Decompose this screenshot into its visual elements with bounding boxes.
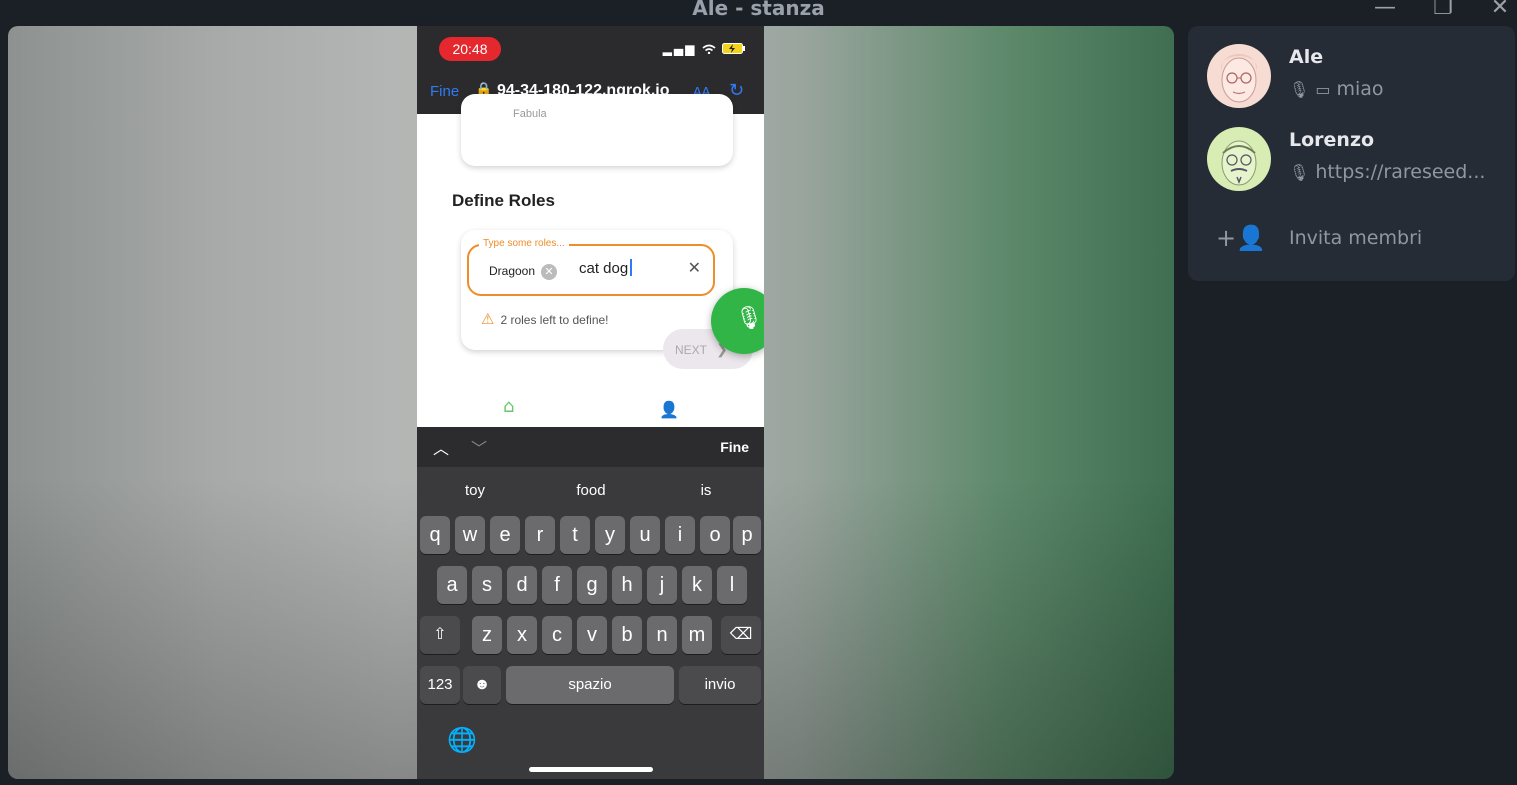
key-q[interactable]: q: [420, 516, 450, 554]
keyboard: toy food is q w e r t y u i o p a s d f …: [417, 467, 764, 779]
shift-key[interactable]: ⇧: [420, 616, 460, 654]
phone-clock: 20:48: [439, 37, 501, 61]
key-s[interactable]: s: [472, 566, 502, 604]
key-a[interactable]: a: [437, 566, 467, 604]
key-u[interactable]: u: [630, 516, 660, 554]
battery-charging-icon: [722, 43, 745, 54]
key-t[interactable]: t: [560, 516, 590, 554]
member-status: 🎙 ▭ miao: [1289, 78, 1384, 100]
phone-status-bar: 20:48 ▂▄▆: [417, 26, 764, 76]
key-g[interactable]: g: [577, 566, 607, 604]
key-h[interactable]: h: [612, 566, 642, 604]
role-chip-label: Dragoon: [489, 264, 536, 278]
roles-input[interactable]: Type some roles... Dragoon ✕ cat dog ✕: [467, 238, 715, 296]
next-label: NEXT: [675, 343, 707, 357]
wifi-icon: [702, 44, 716, 55]
key-f[interactable]: f: [542, 566, 572, 604]
roles-typed-text: cat dog: [579, 259, 633, 277]
keyboard-toolbar: ︿ ﹀ Fine: [417, 427, 764, 467]
suggestion[interactable]: is: [648, 482, 764, 499]
screen-share-icon: ▭: [1315, 80, 1331, 99]
web-page: Fabula Define Roles Type some roles... D…: [417, 94, 764, 427]
avatar: [1207, 44, 1271, 108]
key-v[interactable]: v: [577, 616, 607, 654]
minimize-icon[interactable]: —: [1370, 0, 1400, 22]
globe-icon[interactable]: 🌐: [447, 726, 477, 754]
key-m[interactable]: m: [682, 616, 712, 654]
add-person-icon: +👤: [1216, 224, 1266, 252]
invite-members-button[interactable]: +👤 Invita membri: [1188, 222, 1515, 266]
previous-card-label: Fabula: [513, 108, 547, 120]
key-c[interactable]: c: [542, 616, 572, 654]
invite-label: Invita membri: [1289, 227, 1423, 249]
key-k[interactable]: k: [682, 566, 712, 604]
avatar-lorenzo: [1207, 127, 1271, 191]
title-bar: Ale - stanza — ❐ ✕: [0, 0, 1517, 26]
member-ale[interactable]: Ale 🎙 ▭ miao: [1188, 36, 1515, 116]
member-status-text: miao: [1336, 78, 1384, 100]
key-i[interactable]: i: [665, 516, 695, 554]
clear-input-icon[interactable]: ✕: [688, 258, 701, 277]
key-y[interactable]: y: [595, 516, 625, 554]
chip-remove-icon[interactable]: ✕: [541, 264, 558, 280]
phone-screen: 20:48 ▂▄▆ Fine 🔒 94-34-180-122.ngrok.io …: [417, 26, 764, 779]
key-p[interactable]: p: [733, 516, 761, 554]
mic-icon: 🎙: [1289, 163, 1310, 182]
return-key[interactable]: invio: [679, 666, 761, 704]
member-lorenzo[interactable]: Lorenzo 🎙 https://rareseed...: [1188, 119, 1515, 199]
key-n[interactable]: n: [647, 616, 677, 654]
keyboard-done-button[interactable]: Fine: [720, 439, 749, 455]
member-status: 🎙 https://rareseed...: [1289, 161, 1485, 183]
close-icon[interactable]: ✕: [1485, 0, 1515, 22]
signal-icon: ▂▄▆: [662, 42, 697, 56]
key-d[interactable]: d: [507, 566, 537, 604]
key-w[interactable]: w: [455, 516, 485, 554]
avatar: [1207, 127, 1271, 191]
browser-done-button[interactable]: Fine: [430, 83, 459, 100]
profile-icon[interactable]: 👤: [659, 400, 679, 419]
roles-warning: ⚠ 2 roles left to define!: [481, 310, 609, 328]
key-e[interactable]: e: [490, 516, 520, 554]
mic-icon: 🎙: [735, 306, 763, 331]
home-indicator: [529, 767, 653, 772]
chevron-up-icon[interactable]: ︿: [433, 435, 449, 459]
home-icon[interactable]: ⌂: [503, 396, 514, 417]
chevron-down-icon[interactable]: ﹀: [471, 435, 487, 459]
key-z[interactable]: z: [472, 616, 502, 654]
window-title: Ale - stanza: [692, 0, 825, 20]
text-caret: [630, 259, 633, 276]
roles-input-legend: Type some roles...: [479, 238, 569, 249]
system-icons: ▂▄▆: [663, 42, 746, 56]
key-o[interactable]: o: [700, 516, 730, 554]
typed-value: cat dog: [579, 260, 629, 277]
role-chip: Dragoon ✕: [479, 258, 564, 284]
key-l[interactable]: l: [717, 566, 747, 604]
suggestion[interactable]: toy: [417, 482, 533, 499]
emoji-key[interactable]: ☻: [463, 666, 501, 704]
member-name: Ale: [1289, 46, 1324, 68]
key-b[interactable]: b: [612, 616, 642, 654]
warning-text: 2 roles left to define!: [500, 313, 609, 327]
reload-icon[interactable]: ↻: [729, 80, 744, 101]
numbers-key[interactable]: 123: [420, 666, 460, 704]
warning-icon: ⚠: [481, 311, 495, 328]
key-j[interactable]: j: [647, 566, 677, 604]
section-title: Define Roles: [452, 191, 555, 210]
key-r[interactable]: r: [525, 516, 555, 554]
mic-icon: 🎙: [1289, 80, 1310, 99]
key-x[interactable]: x: [507, 616, 537, 654]
member-status-text: https://rareseed...: [1315, 161, 1486, 183]
previous-card: [461, 94, 733, 166]
delete-key[interactable]: ⌫: [721, 616, 761, 654]
space-key[interactable]: spazio: [506, 666, 674, 704]
restore-icon[interactable]: ❐: [1428, 0, 1458, 22]
screen-share-stage: 20:48 ▂▄▆ Fine 🔒 94-34-180-122.ngrok.io …: [8, 26, 1174, 779]
suggestion[interactable]: food: [533, 482, 649, 499]
avatar-ale: [1207, 44, 1271, 108]
member-name: Lorenzo: [1289, 129, 1375, 151]
members-panel: Ale 🎙 ▭ miao Lorenzo 🎙 https://rareseed... …: [1188, 26, 1515, 281]
